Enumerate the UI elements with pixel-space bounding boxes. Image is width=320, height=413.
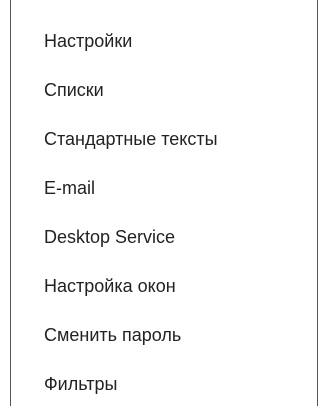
menu-item-lists[interactable]: Списки xyxy=(11,70,317,119)
menu-item-settings[interactable]: Настройки xyxy=(11,21,317,70)
menu-item-change-password[interactable]: Сменить пароль xyxy=(11,315,317,364)
dropdown-menu: Настройки Списки Стандартные тексты E-ma… xyxy=(10,0,318,406)
menu-item-desktop-service[interactable]: Desktop Service xyxy=(11,217,317,266)
menu-list: Настройки Списки Стандартные тексты E-ma… xyxy=(11,21,317,413)
menu-item-standard-texts[interactable]: Стандартные тексты xyxy=(11,119,317,168)
menu-item-window-settings[interactable]: Настройка окон xyxy=(11,266,317,315)
menu-item-email[interactable]: E-mail xyxy=(11,168,317,217)
